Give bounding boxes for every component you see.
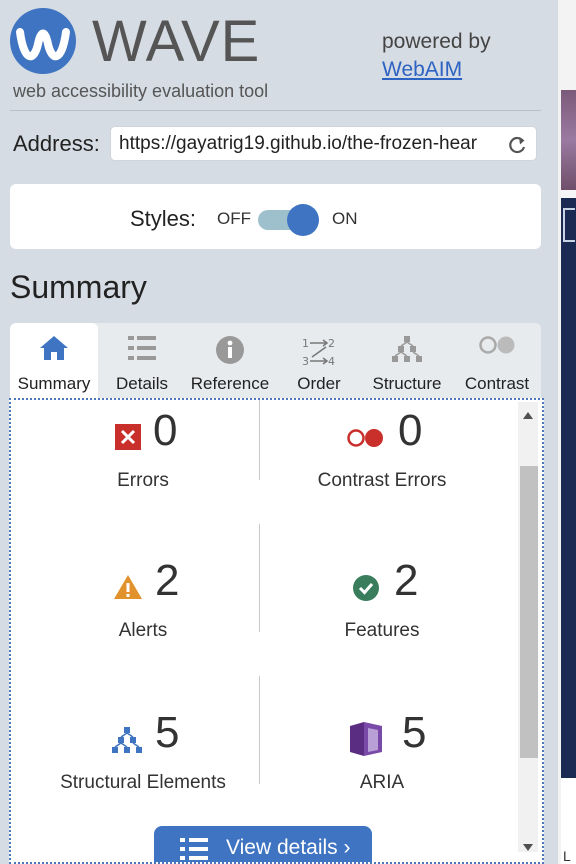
tab-reference-label: Reference — [190, 374, 270, 393]
errors-metric[interactable]: 0 Errors — [23, 406, 263, 520]
summary-heading: Summary — [10, 269, 147, 305]
tab-summary[interactable]: Summary — [10, 323, 98, 398]
svg-text:3: 3 — [302, 355, 309, 367]
contrast-error-icon — [346, 428, 386, 453]
structural-element-icon — [111, 726, 143, 759]
wave-sidebar-panel: WAVE web accessibility evaluation tool p… — [0, 0, 558, 864]
tab-summary-label: Summary — [17, 374, 91, 393]
tab-structure-label: Structure — [372, 374, 442, 393]
list-icon — [127, 335, 157, 366]
scrollbar-thumb[interactable] — [520, 466, 538, 758]
tab-bar: Summary Details Reference 1 2 3 4 Order … — [10, 323, 541, 398]
header-divider — [10, 110, 541, 111]
page-hero-image — [561, 90, 576, 190]
app-tagline: web accessibility evaluation tool — [13, 81, 269, 101]
page-partial-text: L — [563, 848, 571, 864]
styles-on-label: ON — [332, 209, 358, 228]
scroll-up-arrow-icon[interactable] — [523, 412, 533, 419]
aria-icon — [348, 722, 384, 761]
webaim-link[interactable]: WebAIM — [382, 58, 462, 82]
aria-label: ARIA — [359, 772, 405, 793]
alert-icon — [113, 574, 143, 605]
svg-text:4: 4 — [328, 355, 335, 367]
aria-metric[interactable]: 5 ARIA — [262, 708, 502, 822]
wave-logo-icon — [10, 8, 76, 74]
home-icon — [39, 335, 69, 366]
structural-elements-count: 5 — [155, 708, 180, 757]
tab-order[interactable]: 1 2 3 4 Order — [280, 323, 358, 398]
feature-icon — [352, 574, 380, 607]
styles-toggle-card: Styles: OFF ON — [10, 184, 541, 249]
contrast-icon — [477, 335, 517, 360]
styles-label: Styles: — [130, 206, 197, 231]
features-label: Features — [344, 620, 420, 641]
svg-text:1: 1 — [302, 337, 309, 350]
alerts-label: Alerts — [118, 620, 168, 641]
aria-count: 5 — [402, 708, 427, 757]
tab-contrast[interactable]: Contrast — [456, 323, 538, 398]
address-input[interactable]: https://gayatrig19.github.io/the-frozen-… — [110, 126, 537, 161]
web-page-preview: L — [558, 0, 576, 864]
info-icon — [215, 335, 245, 370]
order-icon: 1 2 3 4 — [302, 335, 336, 372]
page-nav-block — [561, 198, 576, 778]
errors-label: Errors — [117, 470, 169, 491]
page-band — [561, 190, 576, 198]
tab-details-label: Details — [116, 374, 168, 393]
errors-count: 0 — [153, 406, 178, 455]
powered-by-text: powered by — [382, 30, 491, 53]
summary-results[interactable]: 0 Errors 0 Contrast Errors 2 Alerts 2 Fe… — [9, 398, 544, 864]
styles-toggle-knob[interactable] — [287, 204, 319, 236]
alerts-count: 2 — [155, 556, 180, 605]
results-scrollbar[interactable] — [518, 402, 538, 852]
refresh-icon[interactable] — [506, 134, 528, 156]
contrast-errors-metric[interactable]: 0 Contrast Errors — [262, 406, 502, 520]
styles-off-label: OFF — [217, 209, 251, 228]
view-details-button[interactable]: View details › — [154, 826, 372, 862]
contrast-errors-label: Contrast Errors — [317, 470, 447, 491]
structural-elements-label: Structural Elements — [60, 772, 226, 793]
scroll-down-arrow-icon[interactable] — [523, 844, 533, 851]
svg-text:2: 2 — [328, 337, 335, 350]
error-icon — [115, 424, 141, 455]
tab-structure[interactable]: Structure — [365, 323, 449, 398]
contrast-errors-count: 0 — [398, 406, 423, 455]
address-value: https://gayatrig19.github.io/the-frozen-… — [119, 133, 478, 154]
tab-reference[interactable]: Reference — [185, 323, 275, 398]
structure-icon — [391, 335, 423, 368]
features-count: 2 — [394, 556, 419, 605]
tab-details[interactable]: Details — [102, 323, 182, 398]
tab-order-label: Order — [297, 374, 341, 393]
alerts-metric[interactable]: 2 Alerts — [23, 556, 263, 670]
features-metric[interactable]: 2 Features — [262, 556, 502, 670]
structural-elements-metric[interactable]: 5 Structural Elements — [23, 708, 263, 822]
view-details-label: View details › — [226, 836, 351, 859]
list-icon — [180, 837, 208, 862]
address-label: Address: — [13, 131, 100, 156]
page-bottom-area: L — [561, 778, 576, 864]
tab-contrast-label: Contrast — [464, 374, 530, 393]
app-title: WAVE — [92, 9, 261, 74]
